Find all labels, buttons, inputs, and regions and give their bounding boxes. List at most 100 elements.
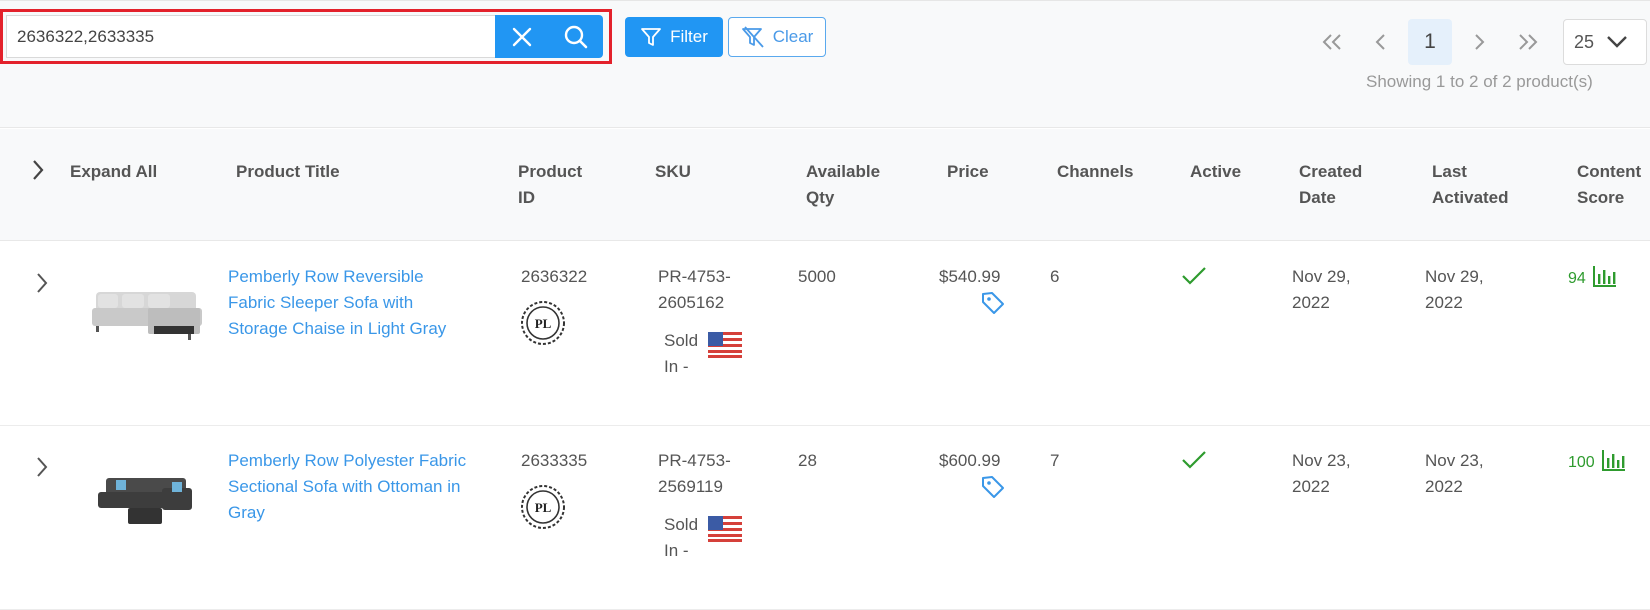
price: $600.99 <box>939 451 1001 470</box>
sold-in-line: In - <box>664 541 689 560</box>
sofa-thumbnail[interactable] <box>88 264 208 354</box>
chevron-right-icon <box>33 160 44 180</box>
close-icon <box>512 27 532 46</box>
filter-clear-icon <box>741 26 764 48</box>
sold-in-label: Sold In - <box>664 328 698 380</box>
available-qty: 28 <box>798 451 817 470</box>
product-title-line: Fabric Sleeper Sofa with <box>228 293 414 312</box>
per-page-value: 25 <box>1574 31 1595 52</box>
table-row: Pemberly Row Polyester Fabric Sectional … <box>0 426 1650 610</box>
pl-badge-icon: PL <box>521 485 565 529</box>
us-flag-icon <box>708 516 742 542</box>
last-activated-line: Nov 23, <box>1425 451 1484 470</box>
sold-in-label: Sold In - <box>664 512 698 564</box>
price-tag-icon[interactable] <box>980 474 1006 500</box>
chevron-down-icon <box>1607 36 1627 48</box>
per-page-select[interactable]: 25 <box>1563 19 1647 65</box>
channels-count: 7 <box>1050 451 1060 470</box>
product-title-link[interactable]: Pemberly Row Polyester Fabric Sectional … <box>228 448 466 526</box>
page-1-button[interactable]: 1 <box>1408 19 1452 65</box>
clear-search-button[interactable] <box>495 15 549 58</box>
last-page-button[interactable] <box>1506 19 1550 65</box>
bar-chart-icon[interactable] <box>1601 448 1627 472</box>
header-last-line1: Last <box>1432 162 1467 181</box>
header-price[interactable]: Price <box>947 159 989 185</box>
search-button[interactable] <box>549 15 603 58</box>
header-expand-all[interactable]: Expand All <box>70 159 157 185</box>
last-activated-date: Nov 23, 2022 <box>1425 448 1484 500</box>
header-active[interactable]: Active <box>1190 159 1241 185</box>
product-title-link[interactable]: Pemberly Row Reversible Fabric Sleeper S… <box>228 264 446 342</box>
clear-button-label: Clear <box>772 27 814 46</box>
created-date: Nov 29, 2022 <box>1292 264 1351 316</box>
sku: PR-4753- 2569119 <box>658 448 731 500</box>
first-page-button[interactable] <box>1310 19 1354 65</box>
next-page-button[interactable] <box>1457 19 1501 65</box>
product-id: 2633335 <box>521 451 588 470</box>
content-score[interactable]: 100 <box>1568 450 1595 476</box>
sold-in-line: Sold <box>664 331 699 350</box>
sku-line: 2569119 <box>658 477 723 496</box>
clear-filters-button[interactable]: Clear <box>728 17 826 57</box>
sofa-thumbnail[interactable] <box>88 448 208 538</box>
chevron-right-icon <box>37 457 48 477</box>
header-sku[interactable]: SKU <box>655 159 691 185</box>
product-title-line: Sectional Sofa with Ottoman in <box>228 477 461 496</box>
row-expand-toggle[interactable] <box>30 452 54 482</box>
search-button-group <box>495 15 603 58</box>
check-icon <box>1182 267 1206 285</box>
product-title-line: Storage Chaise in Light Gray <box>228 319 447 338</box>
first-page-icon <box>1322 34 1341 50</box>
prev-page-button[interactable] <box>1359 19 1403 65</box>
created-date-line: 2022 <box>1292 477 1330 496</box>
search-input[interactable] <box>6 15 496 58</box>
header-content-score[interactable]: Content Score <box>1577 159 1641 211</box>
header-last-activated[interactable]: Last Activated <box>1432 159 1509 211</box>
header-created-line1: Created <box>1299 162 1363 181</box>
header-product-title[interactable]: Product Title <box>236 159 340 185</box>
sku-line: PR-4753- <box>658 451 731 470</box>
header-created-line2: Date <box>1299 188 1336 207</box>
last-activated-line: Nov 29, <box>1425 267 1484 286</box>
available-qty: 5000 <box>798 267 836 286</box>
product-id: 2636322 <box>521 267 588 286</box>
next-page-icon <box>1475 34 1485 50</box>
last-activated-line: 2022 <box>1425 477 1463 496</box>
check-icon <box>1182 451 1206 469</box>
table-header: Expand All Product Title Product ID SKU … <box>0 129 1650 241</box>
header-score-line2: Score <box>1577 188 1625 207</box>
header-qty-line2: Qty <box>806 188 835 207</box>
last-activated-date: Nov 29, 2022 <box>1425 264 1484 316</box>
current-page-number: 1 <box>1424 30 1436 53</box>
product-title-line: Pemberly Row Reversible <box>228 267 424 286</box>
header-score-line1: Content <box>1577 162 1642 181</box>
sold-in-line: In - <box>664 357 689 376</box>
sku-line: 2605162 <box>658 293 725 312</box>
product-title-line: Pemberly Row Polyester Fabric <box>228 451 467 470</box>
expand-all-toggle[interactable] <box>26 155 50 185</box>
header-product-id[interactable]: Product ID <box>518 159 582 211</box>
header-channels[interactable]: Channels <box>1057 159 1134 185</box>
price: $540.99 <box>939 267 1001 286</box>
price-tag-icon[interactable] <box>980 290 1006 316</box>
filter-button-label: Filter <box>670 27 708 46</box>
created-date-line: Nov 29, <box>1292 267 1351 286</box>
header-created-date[interactable]: Created Date <box>1299 159 1362 211</box>
search-icon <box>564 25 588 48</box>
header-qty-line1: Available <box>806 162 881 181</box>
header-available-qty[interactable]: Available Qty <box>806 159 880 211</box>
row-expand-toggle[interactable] <box>30 268 54 298</box>
content-score[interactable]: 94 <box>1568 266 1586 292</box>
pl-badge-text: PL <box>535 500 552 515</box>
header-product-id-line2: ID <box>518 188 535 207</box>
header-product-id-line1: Product <box>518 162 583 181</box>
bar-chart-icon[interactable] <box>1592 264 1618 288</box>
header-last-line2: Activated <box>1432 188 1509 207</box>
filter-button[interactable]: Filter <box>625 17 723 57</box>
pl-badge-text: PL <box>535 316 552 331</box>
created-date: Nov 23, 2022 <box>1292 448 1351 500</box>
sku: PR-4753- 2605162 <box>658 264 731 316</box>
pl-badge-icon: PL <box>521 301 565 345</box>
sold-in-line: Sold <box>664 515 699 534</box>
product-title-line: Gray <box>228 503 265 522</box>
